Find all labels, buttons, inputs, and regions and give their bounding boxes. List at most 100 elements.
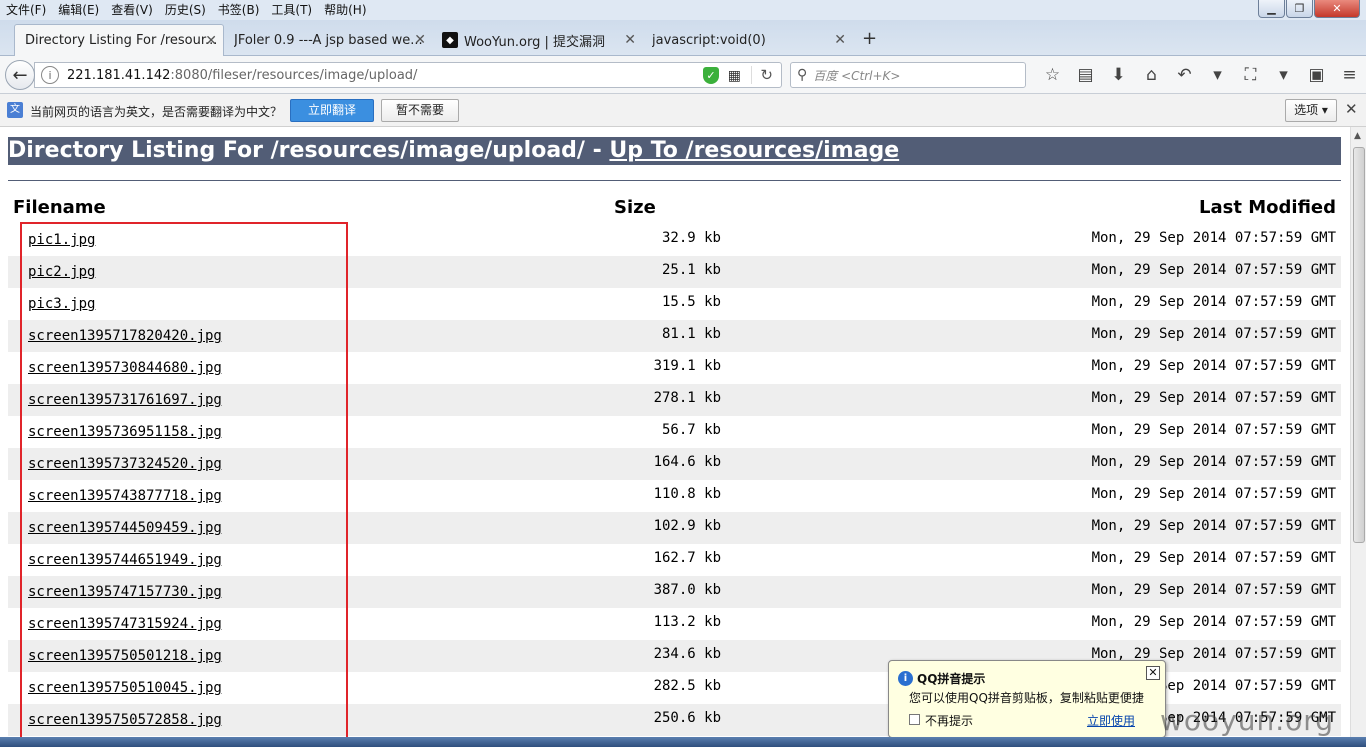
tab-jfoler[interactable]: JFoler 0.9 ---A jsp based we... ✕ xyxy=(224,24,432,56)
menu-icon[interactable]: ≡ xyxy=(1333,65,1366,85)
table-row: pic2.jpg 25.1 kb Mon, 29 Sep 2014 07:57:59… xyxy=(8,256,1341,288)
menubar: 文件(F) 编辑(E) 查看(V) 历史(S) 书签(B) 工具(T) 帮助(H… xyxy=(0,0,1366,20)
qq-pinyin-popup: i QQ拼音提示 ✕ 您可以使用QQ拼音剪贴板，复制粘贴更便捷 不再提示 立即使… xyxy=(888,660,1166,738)
reading-list-icon[interactable]: ▤ xyxy=(1069,65,1102,85)
dropdown-icon[interactable]: ▾ xyxy=(1267,65,1300,85)
watermark: wooyun.org xyxy=(1160,704,1335,737)
table-row: screen1395747157730.jpg 387.0 kb Mon, 29 S… xyxy=(8,576,1341,608)
file-modified: Mon, 29 Sep 2014 07:57:59 GMT xyxy=(1091,486,1336,502)
file-size: 15.5 kb xyxy=(661,294,721,310)
tab-close-icon[interactable]: ✕ xyxy=(205,33,217,49)
tab-close-icon[interactable]: ✕ xyxy=(414,32,426,48)
file-link[interactable]: screen1395717820420.jpg xyxy=(28,328,222,344)
file-size: 113.2 kb xyxy=(653,614,721,630)
file-link[interactable]: screen1395736951158.jpg xyxy=(28,424,222,440)
up-to-parent-link[interactable]: Up To /resources/image xyxy=(609,138,899,163)
close-translate-icon[interactable]: ✕ xyxy=(1345,100,1358,118)
table-row: screen1395731761697.jpg 278.1 kb Mon, 29 S… xyxy=(8,384,1341,416)
table-row: screen1395744509459.jpg 102.9 kb Mon, 29 S… xyxy=(8,512,1341,544)
back-button[interactable]: ← xyxy=(5,60,35,90)
search-input[interactable]: ⚲ 百度 <Ctrl+K> xyxy=(790,62,1026,88)
tab-wooyun[interactable]: ◆ WooYun.org | 提交漏洞 ✕ xyxy=(432,24,642,56)
file-size: 56.7 kb xyxy=(661,422,721,438)
menu-bookmarks[interactable]: 书签(B) xyxy=(212,0,266,20)
file-size: 234.6 kb xyxy=(653,646,721,662)
maximize-button[interactable]: ❐ xyxy=(1286,0,1313,18)
file-link[interactable]: screen1395743877718.jpg xyxy=(28,488,222,504)
file-link[interactable]: screen1395750501218.jpg xyxy=(28,648,222,664)
popup-close-icon[interactable]: ✕ xyxy=(1146,666,1160,680)
table-row: screen1395747315924.jpg 113.2 kb Mon, 29 S… xyxy=(8,608,1341,640)
menu-tools[interactable]: 工具(T) xyxy=(265,0,318,20)
translate-icon: 文 xyxy=(7,102,23,118)
menu-history[interactable]: 历史(S) xyxy=(159,0,212,20)
tab-label: Directory Listing For /resour... xyxy=(25,33,218,48)
scroll-up-icon[interactable]: ▲ xyxy=(1354,131,1361,141)
file-link[interactable]: screen1395737324520.jpg xyxy=(28,456,222,472)
tab-label: javascript:void(0) xyxy=(652,32,766,48)
url-path: :8080/fileser/resources/image/upload/ xyxy=(170,67,418,83)
table-row: screen1395736951158.jpg 56.7 kb Mon, 29 Se… xyxy=(8,416,1341,448)
file-size: 278.1 kb xyxy=(653,390,721,406)
column-header-filename: Filename xyxy=(13,197,106,218)
url-host: 221.181.41.142 xyxy=(67,67,171,83)
use-now-link[interactable]: 立即使用 xyxy=(1087,712,1135,729)
file-size: 250.6 kb xyxy=(653,710,721,726)
crop-icon[interactable]: ⛶ xyxy=(1234,65,1267,85)
file-link[interactable]: screen1395744509459.jpg xyxy=(28,520,222,536)
qr-code-icon[interactable]: ▦ xyxy=(728,68,741,84)
info-icon[interactable]: i xyxy=(41,66,59,84)
file-link[interactable]: pic1.jpg xyxy=(28,232,95,248)
card-icon[interactable]: ▣ xyxy=(1300,65,1333,85)
bookmark-star-icon[interactable]: ☆ xyxy=(1036,65,1069,85)
tab-javascript-void[interactable]: javascript:void(0) ✕ xyxy=(642,24,852,56)
dont-show-checkbox[interactable] xyxy=(909,714,920,725)
table-row: pic1.jpg 32.9 kb Mon, 29 Sep 2014 07:57:59… xyxy=(8,224,1341,256)
dont-show-label: 不再提示 xyxy=(925,714,974,728)
file-modified: Mon, 29 Sep 2014 07:57:59 GMT xyxy=(1091,294,1336,310)
menu-edit[interactable]: 编辑(E) xyxy=(52,0,105,20)
dropdown-icon[interactable]: ▾ xyxy=(1201,65,1234,85)
file-modified: Mon, 29 Sep 2014 07:57:59 GMT xyxy=(1091,518,1336,534)
menu-file[interactable]: 文件(F) xyxy=(0,0,52,20)
shield-icon[interactable]: ✓ xyxy=(703,67,719,84)
file-link[interactable]: pic3.jpg xyxy=(28,296,95,312)
file-link[interactable]: screen1395750510045.jpg xyxy=(28,680,222,696)
file-link[interactable]: screen1395747157730.jpg xyxy=(28,584,222,600)
file-size: 164.6 kb xyxy=(653,454,721,470)
file-modified: Mon, 29 Sep 2014 07:57:59 GMT xyxy=(1091,230,1336,246)
table-row: screen1395737324520.jpg 164.6 kb Mon, 29 S… xyxy=(8,448,1341,480)
file-link[interactable]: pic2.jpg xyxy=(28,264,95,280)
new-tab-icon[interactable]: + xyxy=(862,28,877,49)
vertical-scrollbar[interactable]: ▲ xyxy=(1350,127,1366,737)
translate-now-button[interactable]: 立即翻译 xyxy=(290,99,374,122)
tab-directory-listing[interactable]: Directory Listing For /resour... ✕ xyxy=(14,24,224,56)
reload-icon[interactable]: ↻ xyxy=(751,66,773,84)
file-link[interactable]: screen1395731761697.jpg xyxy=(28,392,222,408)
scrollbar-thumb[interactable] xyxy=(1353,147,1365,543)
undo-icon[interactable]: ↶ xyxy=(1168,65,1201,85)
minimize-button[interactable]: ▁ xyxy=(1258,0,1285,18)
file-link[interactable]: screen1395750572858.jpg xyxy=(28,712,222,728)
file-link[interactable]: screen1395747315924.jpg xyxy=(28,616,222,632)
table-row: screen1395743877718.jpg 110.8 kb Mon, 29 S… xyxy=(8,480,1341,512)
home-icon[interactable]: ⌂ xyxy=(1135,65,1168,85)
translate-options-button[interactable]: 选项 ▾ xyxy=(1285,99,1337,122)
decline-translate-button[interactable]: 暂不需要 xyxy=(381,99,459,122)
download-icon[interactable]: ⬇ xyxy=(1102,65,1135,85)
menu-help[interactable]: 帮助(H) xyxy=(318,0,372,20)
menu-view[interactable]: 查看(V) xyxy=(105,0,159,20)
tab-close-icon[interactable]: ✕ xyxy=(834,32,846,48)
table-row: screen1395717820420.jpg 81.1 kb Mon, 29 Se… xyxy=(8,320,1341,352)
page-title: Directory Listing For /resources/image/u… xyxy=(8,137,1341,165)
close-window-button[interactable]: ✕ xyxy=(1314,0,1360,18)
file-link[interactable]: screen1395730844680.jpg xyxy=(28,360,222,376)
file-size: 81.1 kb xyxy=(661,326,721,342)
translate-bar: 文 当前网页的语言为英文，是否需要翻译为中文？ 立即翻译 暂不需要 选项 ▾ ✕ xyxy=(0,94,1366,127)
tab-label: JFoler 0.9 ---A jsp based we... xyxy=(234,32,423,48)
url-bar[interactable]: i 221.181.41.142:8080/fileser/resources/… xyxy=(34,62,782,88)
file-modified: Mon, 29 Sep 2014 07:57:59 GMT xyxy=(1091,422,1336,438)
info-icon: i xyxy=(898,671,913,686)
tab-close-icon[interactable]: ✕ xyxy=(624,32,636,48)
file-link[interactable]: screen1395744651949.jpg xyxy=(28,552,222,568)
